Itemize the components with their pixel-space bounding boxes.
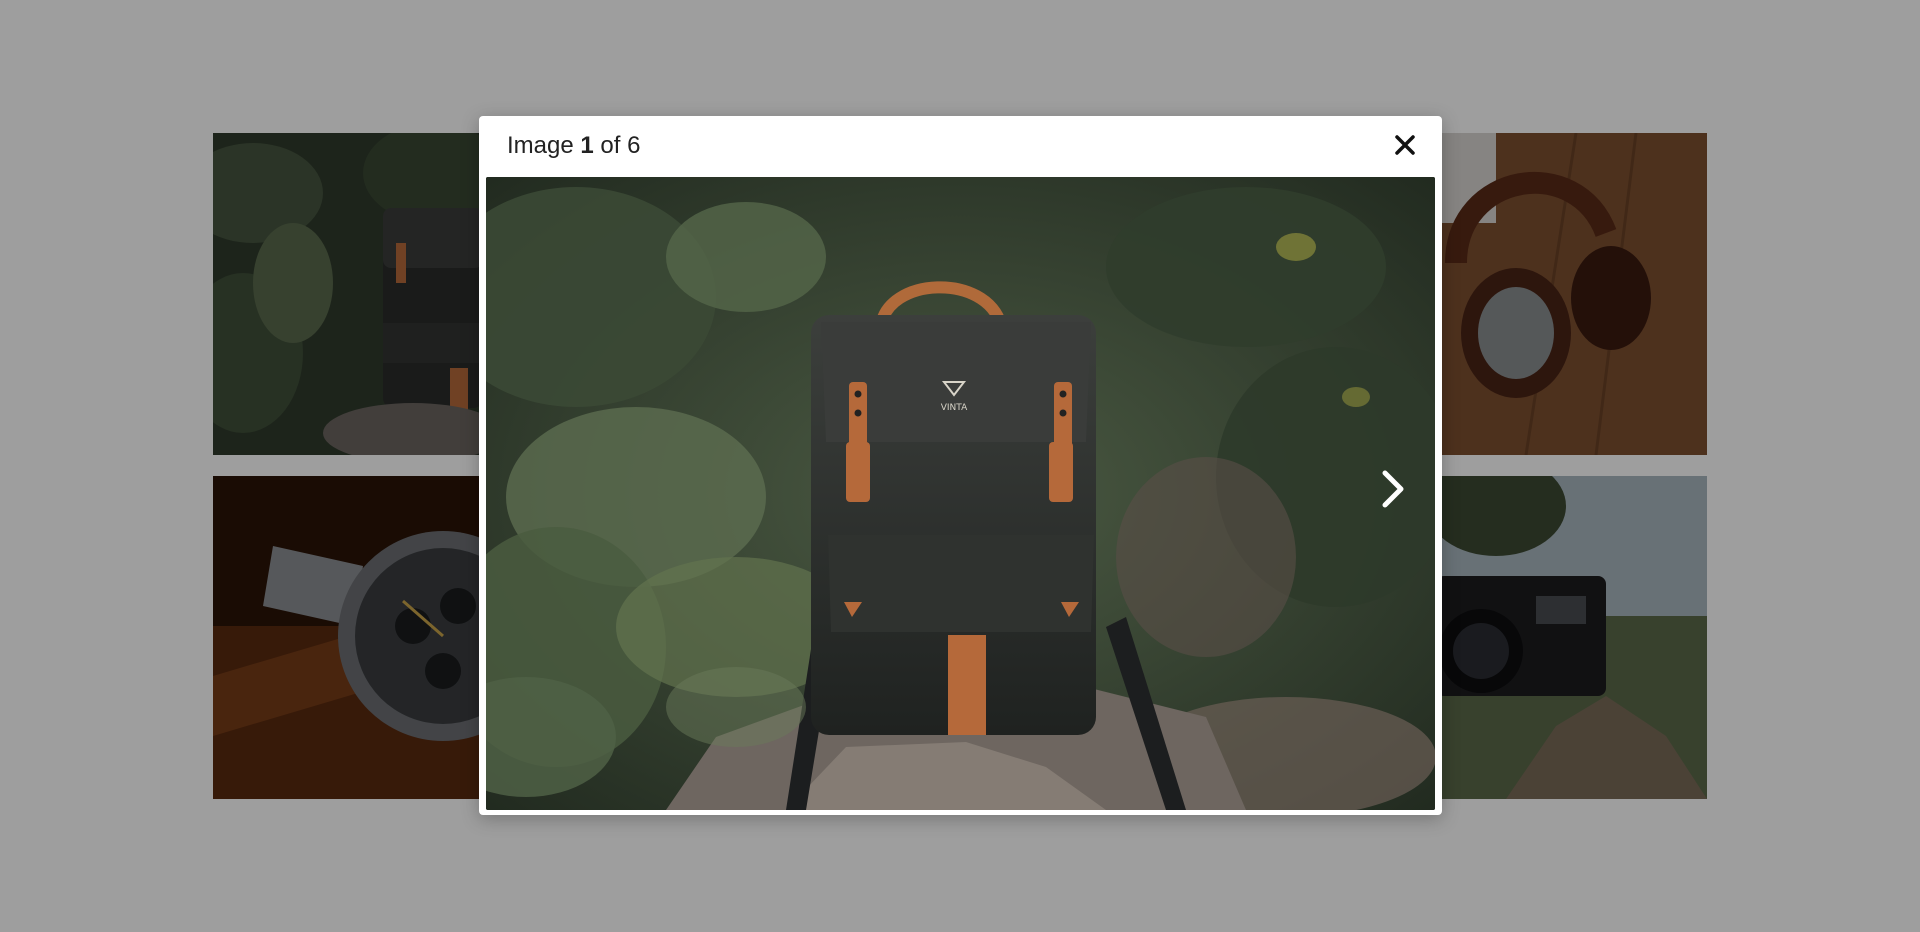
title-prefix: Image <box>507 132 574 159</box>
total-image-count: 6 <box>627 132 641 159</box>
next-image-button[interactable] <box>1373 459 1413 519</box>
lightbox-title: Image 1 of 6 <box>507 132 640 160</box>
close-button[interactable] <box>1390 130 1420 160</box>
svg-text:VINTA: VINTA <box>941 403 968 413</box>
chevron-right-icon <box>1382 470 1404 508</box>
close-icon <box>1395 135 1415 155</box>
lightbox-modal: Image 1 of 6 VINTA <box>479 116 1442 815</box>
current-image-index: 1 <box>580 132 594 159</box>
lightbox-header: Image 1 of 6 <box>479 116 1442 177</box>
title-mid: of <box>600 132 621 159</box>
backpack-image: VINTA <box>486 177 1435 810</box>
lightbox-image-viewer: VINTA <box>486 177 1435 810</box>
